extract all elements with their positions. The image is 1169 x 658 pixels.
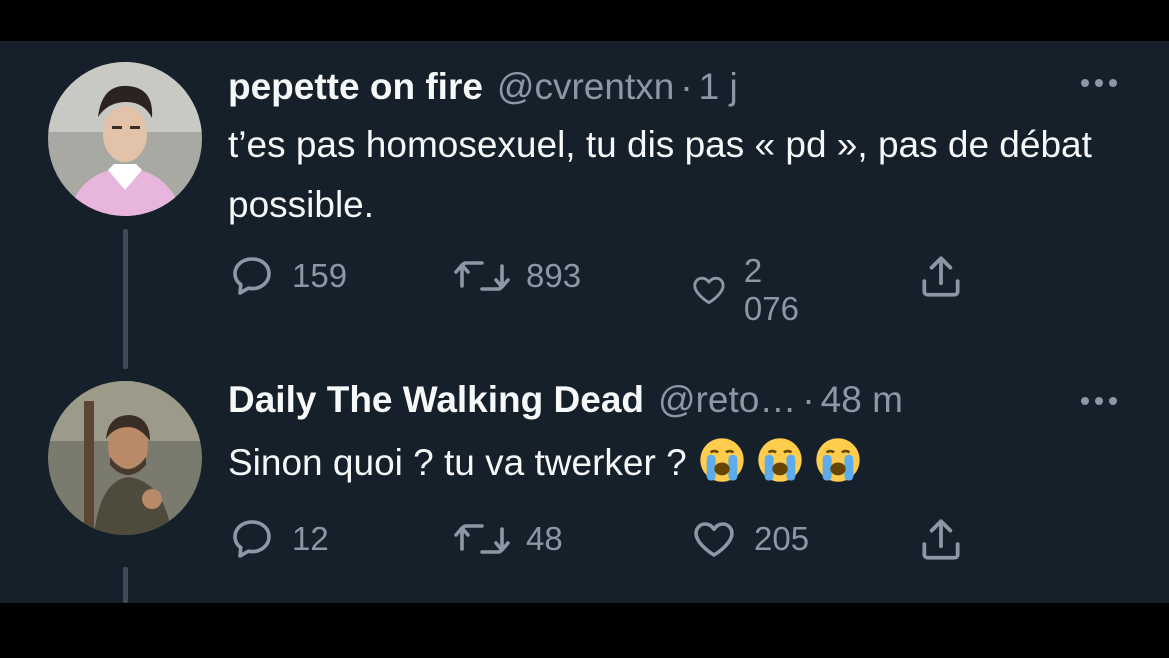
retweet-button[interactable]: 893: [454, 252, 581, 300]
like-button[interactable]: 205: [690, 515, 809, 563]
tweet-text: Sinon quoi ? tu va twerker ?: [228, 433, 1128, 493]
more-options-icon[interactable]: [1081, 397, 1117, 405]
loudly-crying-face-icon: [757, 438, 802, 482]
timestamp[interactable]: 48 m: [821, 379, 903, 421]
share-icon: [922, 256, 960, 297]
like-button[interactable]: 2 076: [690, 252, 809, 328]
reply-icon: [233, 520, 271, 558]
timestamp[interactable]: 1 j: [699, 66, 738, 108]
tweet-text: t’es pas homosexuel, tu dis pas « pd », …: [228, 124, 1092, 225]
like-count: 2 076: [743, 252, 799, 327]
display-name[interactable]: Daily The Walking Dead: [228, 379, 644, 421]
thread-line: [123, 229, 128, 369]
share-button[interactable]: [916, 252, 966, 302]
avatar-photo-icon: [48, 62, 202, 216]
user-handle[interactable]: @cvrentxn: [497, 66, 674, 108]
timeline-panel: pepette on fire @cvrentxn · 1 j t’es pas…: [0, 41, 1169, 603]
avatar[interactable]: [48, 62, 202, 216]
reply-count: 12: [292, 520, 329, 557]
heart-icon: [693, 276, 725, 305]
user-handle[interactable]: @reto…: [658, 379, 796, 421]
tweet-header: Daily The Walking Dead @reto… · 48 m: [228, 379, 903, 423]
reply-button[interactable]: 159: [228, 252, 347, 300]
retweet-button[interactable]: 48: [454, 515, 563, 563]
loudly-crying-face-icon: [699, 438, 744, 482]
share-icon: [922, 519, 960, 560]
avatar[interactable]: [48, 381, 202, 535]
share-button[interactable]: [916, 515, 966, 565]
separator: ·: [680, 66, 693, 107]
display-name[interactable]: pepette on fire: [228, 66, 483, 108]
reply-icon: [233, 257, 271, 295]
separator: ·: [802, 379, 815, 420]
more-options-icon[interactable]: [1081, 79, 1117, 87]
loudly-crying-face-icon: [815, 438, 860, 482]
retweet-count: 893: [526, 257, 582, 294]
retweet-icon: [454, 261, 510, 291]
retweet-count: 48: [526, 520, 563, 557]
thread-line: [123, 567, 128, 603]
tweet-text-content: Sinon quoi ? tu va twerker ?: [228, 442, 687, 483]
reply-count: 159: [292, 257, 348, 294]
heart-icon: [694, 522, 734, 557]
avatar-photo-icon: [48, 381, 202, 535]
like-count: 205: [754, 520, 810, 557]
tweet-header: pepette on fire @cvrentxn · 1 j: [228, 66, 738, 110]
retweet-icon: [454, 524, 510, 554]
reply-button[interactable]: 12: [228, 515, 329, 563]
